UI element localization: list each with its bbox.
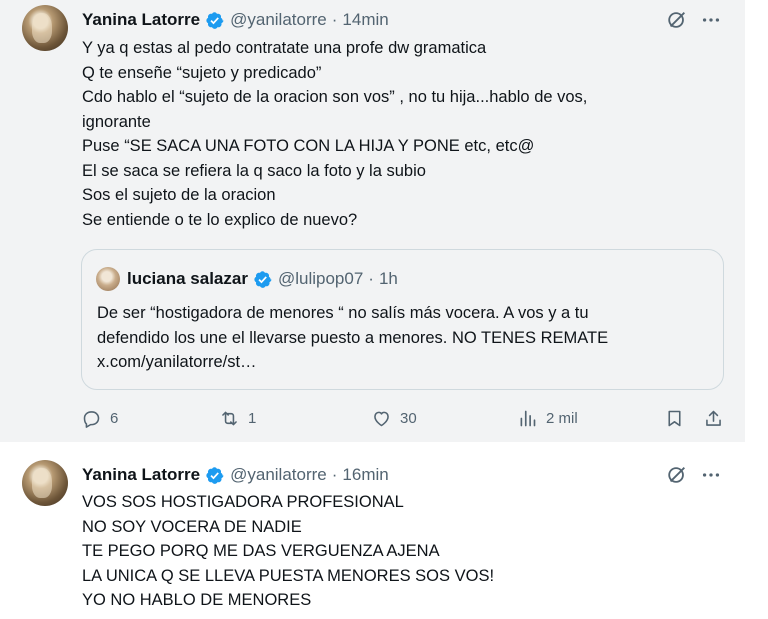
tweet-text-line: Cdo hablo el “sujeto de la oracion son v… bbox=[82, 88, 588, 106]
verified-badge-icon bbox=[206, 466, 224, 484]
tweet-text-line: VOS SOS HOSTIGADORA PROFESIONAL bbox=[82, 493, 404, 511]
share-icon bbox=[706, 410, 721, 426]
tweet-1-actions: 6 1 30 2 mil bbox=[0, 405, 745, 431]
grok-icon[interactable] bbox=[666, 9, 688, 31]
more-icon[interactable] bbox=[700, 9, 722, 31]
share-button[interactable] bbox=[703, 405, 724, 431]
bookmark-button[interactable] bbox=[664, 405, 685, 431]
views-icon bbox=[520, 410, 536, 426]
tweet-text-line: Se entiende o te lo explico de nuevo? bbox=[82, 210, 358, 229]
quote-author-avatar bbox=[96, 267, 120, 291]
quote-header: luciana salazar @lulipop07 · 1h bbox=[127, 267, 398, 291]
author-avatar[interactable] bbox=[22, 5, 68, 51]
reply-icon bbox=[83, 410, 100, 428]
tweet-text-line: YO NO HABLO DE MENORES bbox=[82, 591, 312, 609]
quote-timestamp: 1h bbox=[378, 269, 398, 288]
reply-count: 6 bbox=[110, 409, 119, 427]
tweet-text-line: NO SOY VOCERA DE NADIE bbox=[82, 517, 302, 536]
author-handle[interactable]: @yanilatorre bbox=[230, 10, 327, 30]
views-count: 2 mil bbox=[546, 409, 578, 427]
tweet-text-line: LA UNICA Q SE LLEVA PUESTA MENORES SOS V… bbox=[82, 566, 495, 585]
tweet-2-text: VOS SOS HOSTIGADORA PROFESIONAL NO SOY V… bbox=[82, 490, 494, 613]
tweet-text-line: Q te enseñe “sujeto y predicado” bbox=[82, 63, 322, 82]
tweet-1-header: Yanina Latorre @yanilatorre · 14min bbox=[82, 8, 389, 32]
tweet-text-line: ignorante bbox=[82, 112, 151, 131]
like-icon bbox=[374, 411, 389, 426]
repost-count: 1 bbox=[248, 409, 257, 427]
timestamp[interactable]: 16min bbox=[342, 465, 388, 485]
more-icon[interactable] bbox=[700, 464, 722, 486]
tweet-text-line: Sos el sujeto de la oracion bbox=[82, 186, 276, 204]
grok-icon[interactable] bbox=[666, 464, 688, 486]
tweet-text-line: Puse “SE SACA UNA FOTO CON LA HIJA Y PON… bbox=[82, 137, 535, 155]
tweet-2-header: Yanina Latorre @yanilatorre · 16min bbox=[82, 463, 389, 487]
author-handle[interactable]: @yanilatorre bbox=[230, 465, 327, 485]
separator-dot: · bbox=[331, 10, 338, 29]
quote-link[interactable]: x.com/yanilatorre/st… bbox=[97, 350, 608, 375]
tweet-text-line: Y ya q estas al pedo contratate una prof… bbox=[82, 39, 487, 57]
author-name[interactable]: Yanina Latorre bbox=[82, 465, 200, 485]
tweet-text-line: El se saca se refiera la q saco la foto … bbox=[82, 161, 426, 180]
like-button[interactable]: 30 bbox=[371, 405, 417, 431]
reply-button[interactable]: 6 bbox=[81, 405, 118, 431]
views-button[interactable]: 2 mil bbox=[517, 405, 578, 431]
verified-badge-icon bbox=[254, 270, 272, 288]
separator-dot: · bbox=[331, 465, 338, 484]
verified-badge-icon bbox=[206, 11, 224, 29]
author-avatar[interactable] bbox=[22, 460, 68, 506]
quoted-tweet[interactable]: luciana salazar @lulipop07 · 1h De ser “… bbox=[81, 249, 724, 390]
tweet-1-text: Y ya q estas al pedo contratate una prof… bbox=[82, 36, 587, 232]
like-count: 30 bbox=[400, 409, 417, 427]
quote-text-line: De ser “hostigadora de menores “ no salí… bbox=[97, 304, 589, 322]
bookmark-icon bbox=[668, 410, 681, 426]
separator-dot: · bbox=[368, 269, 374, 288]
quote-author-handle: @lulipop07 bbox=[277, 269, 364, 288]
repost-button[interactable]: 1 bbox=[219, 405, 256, 431]
tweet-text-line: TE PEGO PORQ ME DAS VERGUENZA AJENA bbox=[82, 542, 440, 560]
repost-icon bbox=[222, 411, 237, 425]
quote-text-line: defendido los une el llevarse puesto a m… bbox=[97, 328, 609, 347]
author-name[interactable]: Yanina Latorre bbox=[82, 10, 200, 30]
quote-author-name: luciana salazar bbox=[127, 269, 248, 288]
quote-text: De ser “hostigadora de menores “ no salí… bbox=[97, 301, 608, 375]
timestamp[interactable]: 14min bbox=[342, 10, 388, 30]
